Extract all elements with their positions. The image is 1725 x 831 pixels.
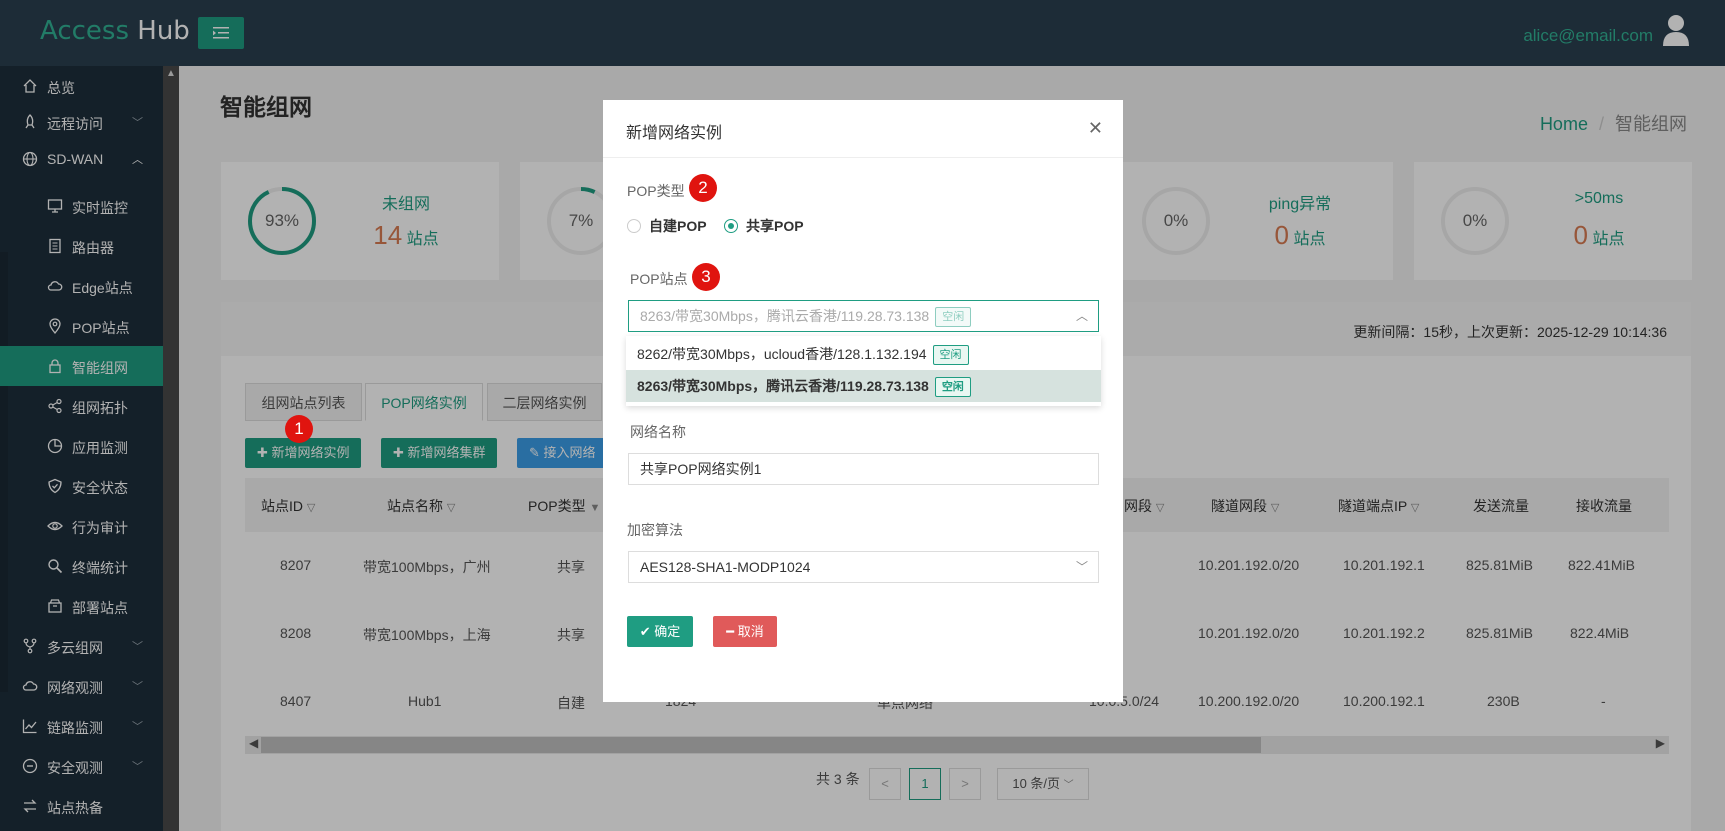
dialog-title: 新增网络实例 <box>626 125 723 142</box>
network-name-input[interactable]: 共享POP网络实例1 <box>628 453 1099 485</box>
chevron-up-icon: ︿ <box>1075 309 1088 323</box>
cancel-button[interactable]: ━ 取消 <box>713 616 777 647</box>
pop-site-select[interactable]: 8263/带宽30Mbps，腾讯云香港/119.28.73.138 空闲 ︿ <box>628 300 1099 332</box>
radio-self-built-pop[interactable]: 自建POP <box>627 216 707 236</box>
minus-icon: ━ <box>726 624 735 639</box>
dropdown-option[interactable]: 8262/带宽30Mbps，ucloud香港/128.1.132.194 空闲 <box>626 338 1101 370</box>
annotation-badge-3: 3 <box>692 263 720 291</box>
status-badge: 空闲 <box>934 377 971 397</box>
check-icon: ✔ <box>639 624 651 639</box>
encryption-select[interactable]: AES128-SHA1-MODP1024 ﹀ <box>628 551 1099 583</box>
status-badge: 空闲 <box>935 307 972 327</box>
add-instance-dialog: 新增网络实例 ✕ POP类型 2 自建POP 共享POP POP站点 3 826… <box>603 100 1123 702</box>
encryption-label: 加密算法 <box>627 522 683 538</box>
pop-type-label: POP类型 <box>627 183 685 199</box>
radio-shared-pop[interactable]: 共享POP <box>724 216 804 236</box>
annotation-badge-1: 1 <box>285 415 313 443</box>
dialog-header: 新增网络实例 ✕ <box>603 100 1123 158</box>
annotation-badge-2: 2 <box>689 174 717 202</box>
chevron-down-icon: ﹀ <box>1075 560 1088 574</box>
pop-site-label: POP站点 <box>630 271 688 287</box>
radio-circle <box>627 219 641 233</box>
pop-site-dropdown: 8262/带宽30Mbps，ucloud香港/128.1.132.194 空闲 8… <box>626 336 1101 406</box>
dropdown-option-selected[interactable]: 8263/带宽30Mbps，腾讯云香港/119.28.73.138 空闲 <box>626 370 1101 402</box>
status-badge: 空闲 <box>932 345 969 365</box>
radio-circle-checked <box>724 219 738 233</box>
confirm-button[interactable]: ✔ 确定 <box>627 616 693 647</box>
close-icon[interactable]: ✕ <box>1088 118 1103 139</box>
network-name-label: 网络名称 <box>630 424 686 440</box>
